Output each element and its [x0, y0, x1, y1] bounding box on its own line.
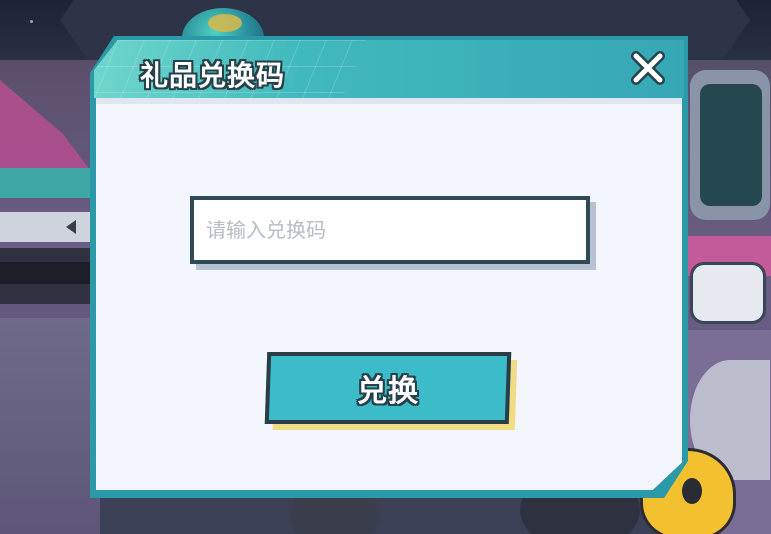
capsule-pod — [690, 262, 766, 324]
porthole-glass — [700, 84, 762, 206]
left-rail — [0, 168, 100, 198]
left-dark-bar-inner — [0, 262, 100, 284]
body-top-strip — [96, 98, 682, 104]
dialog-title: 礼品兑换码 — [140, 59, 286, 92]
redeem-code-input[interactable] — [190, 196, 590, 264]
close-button[interactable] — [628, 48, 668, 88]
left-rail-light — [0, 212, 100, 242]
redeem-button-label: 兑换 — [357, 374, 419, 409]
dialog-header: 礼品兑换码 — [94, 40, 684, 98]
left-floor — [0, 318, 100, 534]
star — [30, 20, 33, 23]
planet-continent — [208, 14, 242, 32]
dialog-body — [96, 98, 682, 490]
gift-code-dialog: 礼品兑换码 兑换 — [90, 36, 688, 498]
left-arrow-icon — [66, 220, 76, 234]
close-icon — [631, 51, 665, 85]
redeem-button[interactable]: 兑换 — [264, 352, 512, 424]
